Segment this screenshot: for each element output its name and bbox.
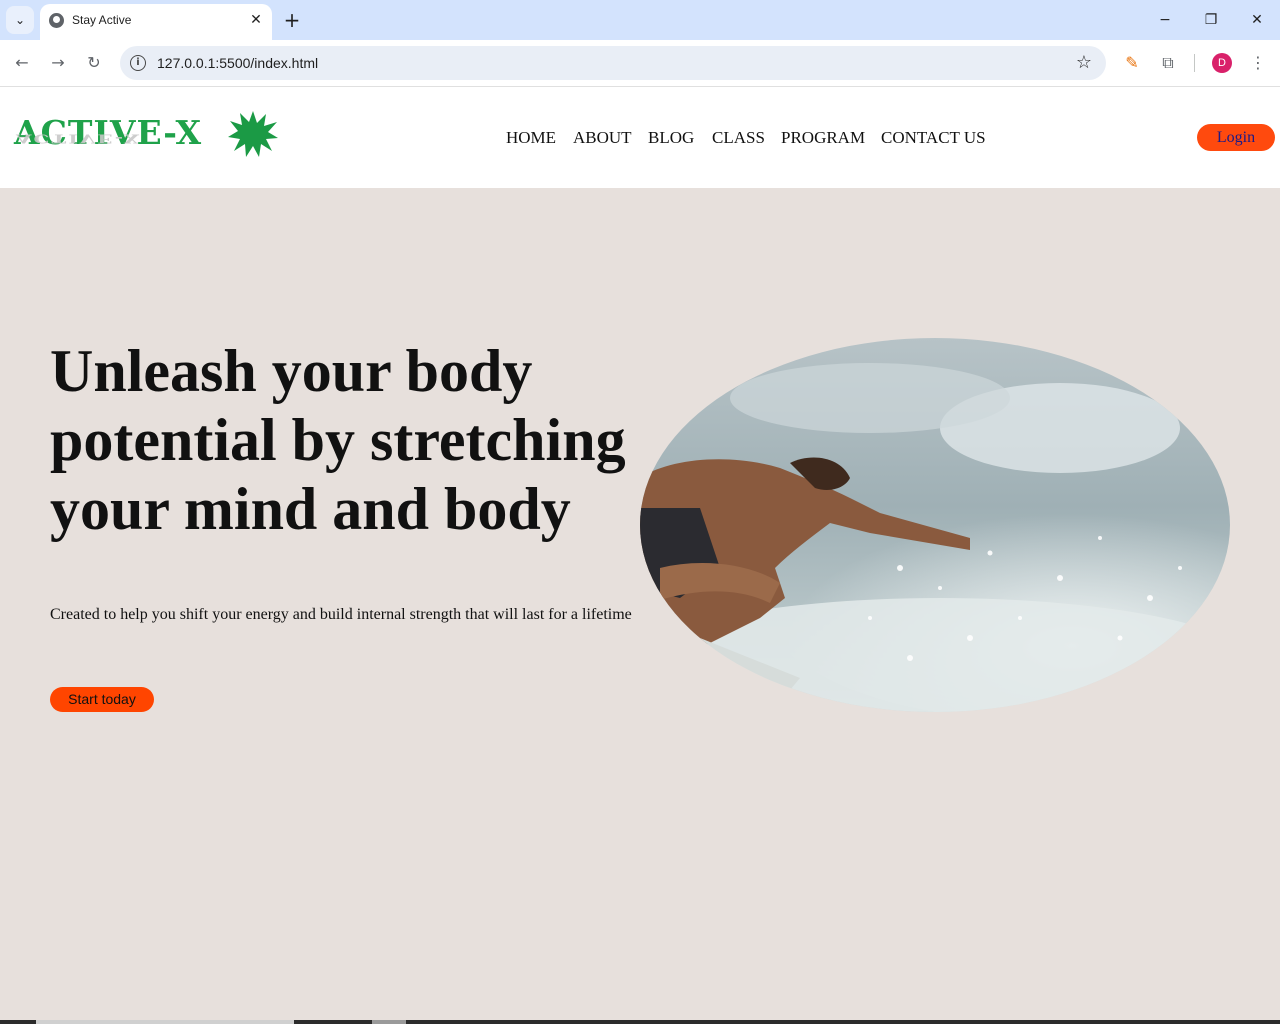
- login-button[interactable]: Login: [1197, 124, 1275, 151]
- browser-tab[interactable]: Stay Active ✕: [40, 4, 272, 40]
- tab-search-icon[interactable]: ⌄: [6, 6, 34, 34]
- reload-icon[interactable]: ↻: [82, 51, 106, 75]
- restore-icon[interactable]: ❐: [1198, 8, 1224, 32]
- hero-subtitle: Created to help you shift your energy an…: [50, 606, 632, 623]
- start-today-button[interactable]: Start today: [50, 687, 154, 712]
- site-header: ACTIVE-X ACTIVE-X HOME ABOUT BLOG CLASS …: [0, 87, 1280, 188]
- forward-icon[interactable]: →: [46, 51, 70, 75]
- nav-contact-us[interactable]: CONTACT US: [881, 128, 986, 148]
- toolbar-divider: [1194, 54, 1195, 72]
- avatar[interactable]: D: [1212, 53, 1232, 73]
- minimize-icon[interactable]: −: [1152, 8, 1178, 32]
- browser-toolbar: ← → ↻ i 127.0.0.1:5500/index.html ☆ ✎ ⧉ …: [0, 40, 1280, 87]
- taskbar-strip: [0, 1020, 1280, 1024]
- nav-class[interactable]: CLASS: [712, 128, 765, 148]
- nav-program[interactable]: PROGRAM: [781, 128, 865, 148]
- puzzle-icon[interactable]: ⧉: [1156, 51, 1180, 75]
- logo-reflection: ACTIVE-X: [16, 131, 142, 146]
- globe-icon: [49, 13, 64, 28]
- starburst-icon: [228, 111, 278, 157]
- plus-icon[interactable]: +: [282, 8, 302, 32]
- nav-about[interactable]: ABOUT: [573, 128, 632, 148]
- browser-tab-bar: ⌄ Stay Active ✕ + − ❐ ✕: [0, 0, 1280, 40]
- window-close-icon[interactable]: ✕: [1244, 8, 1270, 32]
- tab-title: Stay Active: [72, 13, 132, 27]
- url-text[interactable]: 127.0.0.1:5500/index.html: [157, 55, 318, 71]
- menu-icon[interactable]: ⋮: [1246, 51, 1270, 75]
- nav-home[interactable]: HOME: [506, 128, 556, 148]
- back-icon[interactable]: ←: [10, 51, 34, 75]
- info-icon[interactable]: i: [130, 55, 146, 71]
- close-icon[interactable]: ✕: [246, 10, 266, 30]
- hero-title: Unleash your body potential by stretchin…: [50, 338, 626, 542]
- site-logo[interactable]: ACTIVE-X ACTIVE-X: [14, 111, 279, 169]
- address-bar[interactable]: i 127.0.0.1:5500/index.html ☆: [120, 46, 1106, 80]
- surfer-photo: [640, 338, 1230, 712]
- nav-blog[interactable]: BLOG: [648, 128, 694, 148]
- star-icon[interactable]: ☆: [1076, 52, 1092, 73]
- extension-icon[interactable]: ✎: [1120, 51, 1144, 75]
